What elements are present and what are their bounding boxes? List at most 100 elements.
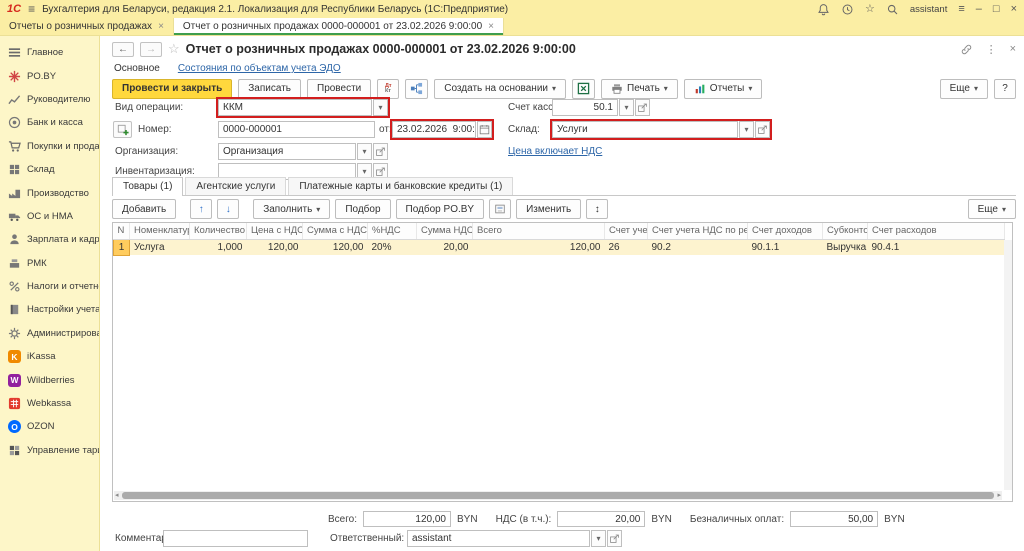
move-row-up-button[interactable]: ↑: [190, 199, 212, 219]
main-menu-icon[interactable]: ≡: [28, 2, 35, 16]
organization-field[interactable]: Организация ▾: [218, 143, 388, 160]
organization-value[interactable]: Организация: [218, 143, 356, 160]
scrollbar-thumb[interactable]: [122, 492, 995, 499]
favorites-star-icon[interactable]: ☆: [865, 4, 875, 15]
open-item-icon[interactable]: [607, 530, 622, 547]
print-button[interactable]: Печать ▾: [601, 79, 678, 99]
sidebar-item-webkassa[interactable]: Webkassa: [0, 392, 99, 415]
sidebar-item-ikassa[interactable]: K iKassa: [0, 345, 99, 368]
dropdown-arrow-icon[interactable]: ▾: [373, 99, 388, 116]
maximize-icon[interactable]: □: [993, 4, 1000, 15]
post-button[interactable]: Провести: [307, 79, 371, 99]
sidebar-item-main[interactable]: Главное: [0, 41, 99, 64]
responsible-field[interactable]: assistant ▾: [407, 530, 622, 547]
warehouse-field[interactable]: Услуги ▾: [552, 121, 770, 138]
post-and-close-button[interactable]: Провести и закрыть: [112, 79, 232, 99]
sidebar-item-administration[interactable]: Администрирование: [0, 322, 99, 345]
row-height-button[interactable]: ↕: [586, 199, 608, 219]
sidebar-item-tariff-management[interactable]: Управление тарифом: [0, 439, 99, 462]
help-button[interactable]: ?: [994, 79, 1016, 99]
vat-value[interactable]: 20,00: [557, 511, 645, 527]
price-includes-vat-link[interactable]: Цена включает НДС: [508, 146, 602, 157]
back-button[interactable]: ←: [112, 42, 134, 57]
sidebar-item-taxes-reporting[interactable]: Налоги и отчетность: [0, 275, 99, 298]
forward-button[interactable]: →: [140, 42, 162, 57]
dropdown-arrow-icon[interactable]: ▾: [739, 121, 754, 138]
sidebar-item-wildberries[interactable]: W Wildberries: [0, 368, 99, 391]
tab-close-icon[interactable]: ×: [158, 21, 164, 32]
tab-retail-reports-list[interactable]: Отчеты о розничных продажах ×: [0, 18, 174, 35]
document-structure-button[interactable]: [405, 79, 428, 99]
close-window-icon[interactable]: ×: [1011, 4, 1017, 15]
responsible-value[interactable]: assistant: [407, 530, 590, 547]
sidebar-item-rmk[interactable]: РМК: [0, 252, 99, 275]
sidebar-item-manager[interactable]: Руководителю: [0, 88, 99, 111]
sidebar-item-ozon[interactable]: O OZON: [0, 415, 99, 438]
total-value[interactable]: 120,00: [363, 511, 451, 527]
notifications-bell-icon[interactable]: [817, 3, 830, 16]
cash-account-value[interactable]: 50.1: [552, 99, 618, 116]
fill-button[interactable]: Заполнить ▾: [253, 199, 330, 219]
pick-button[interactable]: Подбор: [335, 199, 390, 219]
calendar-icon[interactable]: [477, 121, 492, 138]
sidebar-item-fixed-assets[interactable]: ОС и НМА: [0, 205, 99, 228]
show-postings-button[interactable]: ДтКт: [377, 79, 399, 99]
cashless-value[interactable]: 50,00: [790, 511, 878, 527]
search-icon[interactable]: [886, 3, 899, 16]
history-icon[interactable]: [841, 3, 854, 16]
open-item-icon[interactable]: [635, 99, 650, 116]
operation-type-value[interactable]: ККМ: [218, 99, 372, 116]
tab-retail-report-document[interactable]: Отчет о розничных продажах 0000-000001 о…: [174, 18, 504, 35]
date-value[interactable]: 23.02.2026 9:00:00: [392, 121, 476, 138]
pick-poby-button[interactable]: Подбор PO.BY: [396, 199, 485, 219]
nav-edo-states-link[interactable]: Состояния по объектам учета ЭДО: [178, 63, 341, 74]
dropdown-arrow-icon[interactable]: ▾: [357, 143, 372, 160]
sidebar-item-bank-cash[interactable]: Банк и касса: [0, 111, 99, 134]
window-menu-icon[interactable]: ⋮: [986, 43, 997, 56]
sidebar-item-warehouse[interactable]: Склад: [0, 158, 99, 181]
dropdown-arrow-icon[interactable]: ▾: [591, 530, 606, 547]
tab-goods[interactable]: Товары (1): [112, 177, 183, 196]
sidebar-item-accounting-settings[interactable]: Настройки учета: [0, 298, 99, 321]
tab-payment-cards[interactable]: Платежные карты и банковские кредиты (1): [288, 177, 513, 195]
close-document-icon[interactable]: ×: [1010, 43, 1016, 55]
current-user[interactable]: assistant: [910, 4, 948, 15]
dropdown-arrow-icon[interactable]: ▾: [619, 99, 634, 116]
scroll-right-icon[interactable]: ▸: [996, 491, 1002, 500]
comment-input[interactable]: [163, 530, 308, 547]
table-more-button[interactable]: Еще ▾: [968, 199, 1016, 219]
open-item-icon[interactable]: [373, 143, 388, 160]
cash-account-field[interactable]: 50.1 ▾: [552, 99, 650, 116]
reports-button[interactable]: Отчеты ▾: [684, 79, 763, 99]
sidebar-item-poby[interactable]: PO.BY: [0, 64, 99, 87]
number-value[interactable]: 0000-000001: [218, 121, 375, 138]
operation-type-field[interactable]: ККМ ▾: [218, 99, 388, 116]
sidebar-item-purchases-sales[interactable]: Покупки и продажи: [0, 135, 99, 158]
move-row-down-button[interactable]: ↓: [217, 199, 239, 219]
number-field[interactable]: 0000-000001: [218, 121, 375, 138]
more-button[interactable]: Еще ▾: [940, 79, 988, 99]
create-on-basis-button[interactable]: Создать на основании ▾: [434, 79, 566, 99]
edit-row-button[interactable]: Изменить: [516, 199, 581, 219]
get-link-icon[interactable]: [960, 43, 973, 56]
service-menu-icon[interactable]: ≡: [958, 4, 964, 15]
open-item-icon[interactable]: [755, 121, 770, 138]
add-row-button[interactable]: Добавить: [112, 199, 176, 219]
vertical-scrollbar[interactable]: [1004, 240, 1012, 490]
tab-close-icon[interactable]: ×: [488, 21, 494, 32]
date-field[interactable]: 23.02.2026 9:00:00: [392, 121, 492, 138]
sidebar-item-production[interactable]: Производство: [0, 181, 99, 204]
favorite-star-icon[interactable]: ☆: [168, 41, 180, 57]
load-from-kkm-button[interactable]: [489, 199, 511, 219]
scroll-left-icon[interactable]: ◂: [114, 491, 120, 500]
table-row[interactable]: 1 Услуга 1,000 120,00 120,00 20% 20,00 1…: [114, 239, 1005, 255]
write-button[interactable]: Записать: [238, 79, 301, 99]
set-number-button[interactable]: [113, 121, 132, 138]
export-excel-button[interactable]: [572, 79, 595, 99]
sidebar-item-salary-hr[interactable]: Зарплата и кадры: [0, 228, 99, 251]
tab-agent-services[interactable]: Агентские услуги: [185, 177, 286, 195]
horizontal-scrollbar[interactable]: ◂ ▸: [114, 491, 1002, 500]
warehouse-value[interactable]: Услуги: [552, 121, 738, 138]
minimize-icon[interactable]: –: [976, 4, 982, 15]
nav-main[interactable]: Основное: [114, 63, 160, 74]
